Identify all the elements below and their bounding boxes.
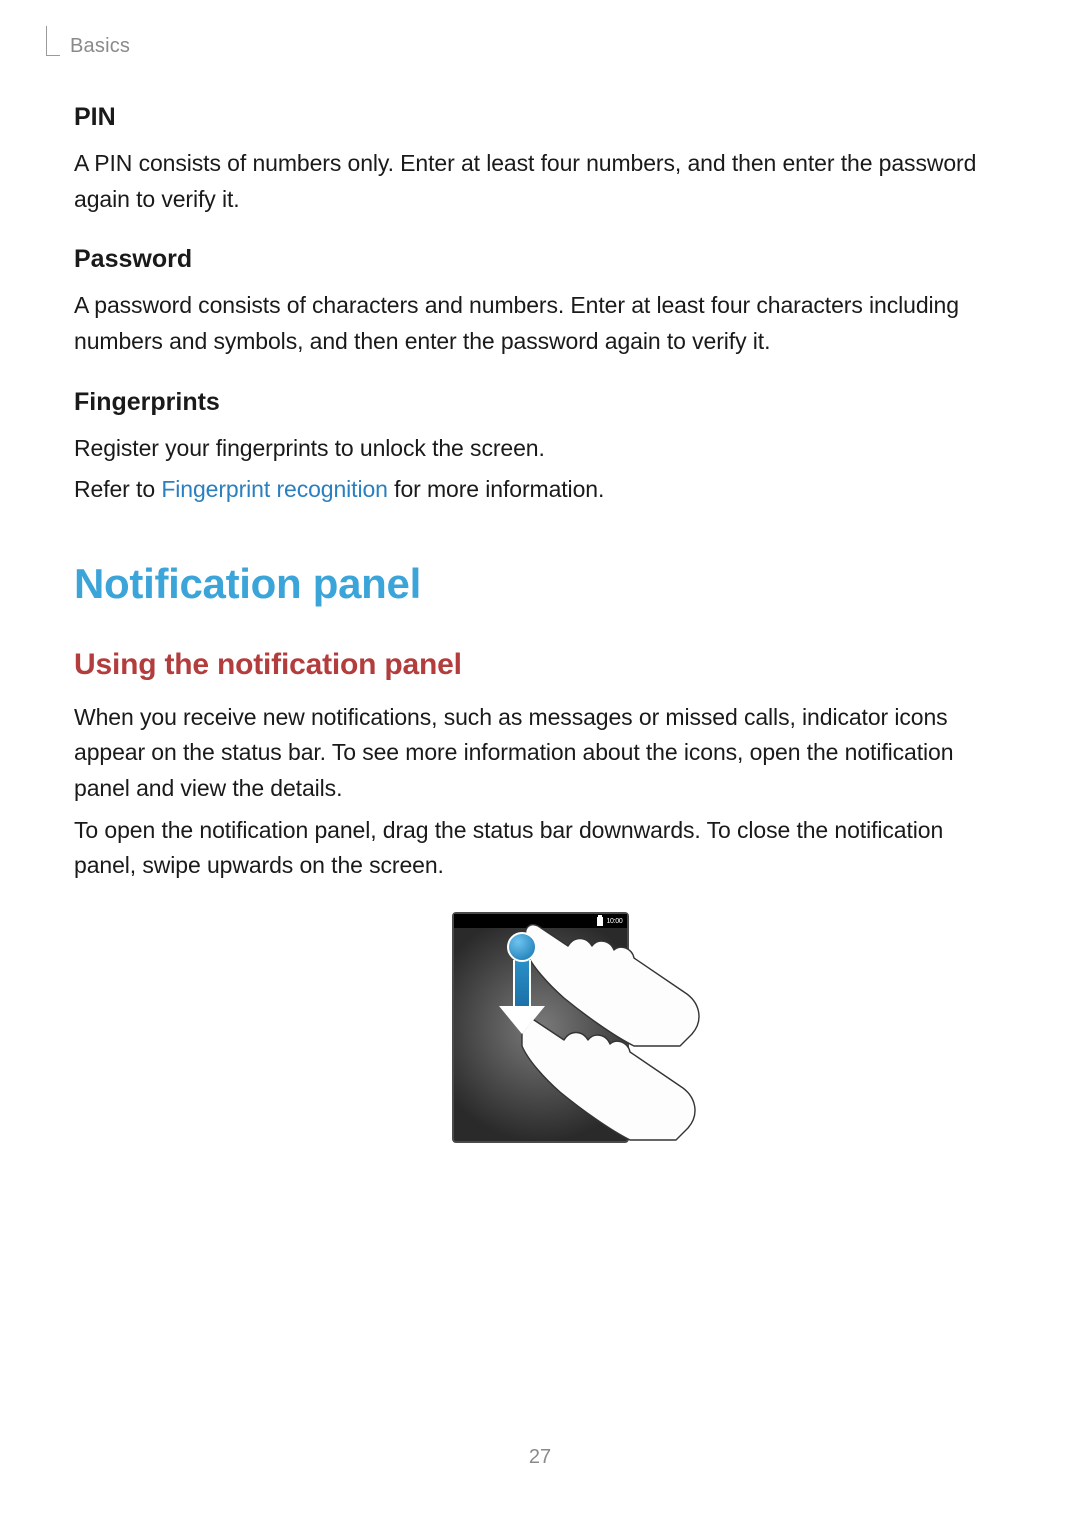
page-content: PIN A PIN consists of numbers only. Ente… — [74, 103, 1006, 1143]
heading-notification-panel: Notification panel — [74, 560, 1006, 608]
refer-suffix: for more information. — [388, 476, 604, 502]
figure-swipe-down: 10:00 — [74, 912, 1006, 1143]
device-frame: 10:00 — [452, 912, 629, 1143]
breadcrumb: Basics — [70, 35, 130, 58]
body-fingerprints-refer: Refer to Fingerprint recognition for mor… — [74, 472, 1006, 508]
heading-fingerprints: Fingerprints — [74, 388, 1006, 417]
subheading-using-notification-panel: Using the notification panel — [74, 648, 1006, 682]
body-password: A password consists of characters and nu… — [74, 288, 1006, 359]
swipe-arrow — [507, 932, 537, 962]
header-corner-mark — [46, 26, 60, 56]
heading-password: Password — [74, 245, 1006, 274]
body-notification-para2: To open the notification panel, drag the… — [74, 813, 1006, 884]
refer-prefix: Refer to — [74, 476, 161, 502]
link-fingerprint-recognition[interactable]: Fingerprint recognition — [161, 476, 388, 502]
body-fingerprints-line1: Register your fingerprints to unlock the… — [74, 431, 1006, 467]
body-notification-para1: When you receive new notifications, such… — [74, 700, 1006, 807]
arrow-head-icon — [501, 1008, 543, 1034]
body-pin: A PIN consists of numbers only. Enter at… — [74, 146, 1006, 217]
page-number: 27 — [0, 1446, 1080, 1469]
touch-point-icon — [507, 932, 537, 962]
heading-pin: PIN — [74, 103, 1006, 132]
arrow-shaft — [513, 960, 531, 1012]
